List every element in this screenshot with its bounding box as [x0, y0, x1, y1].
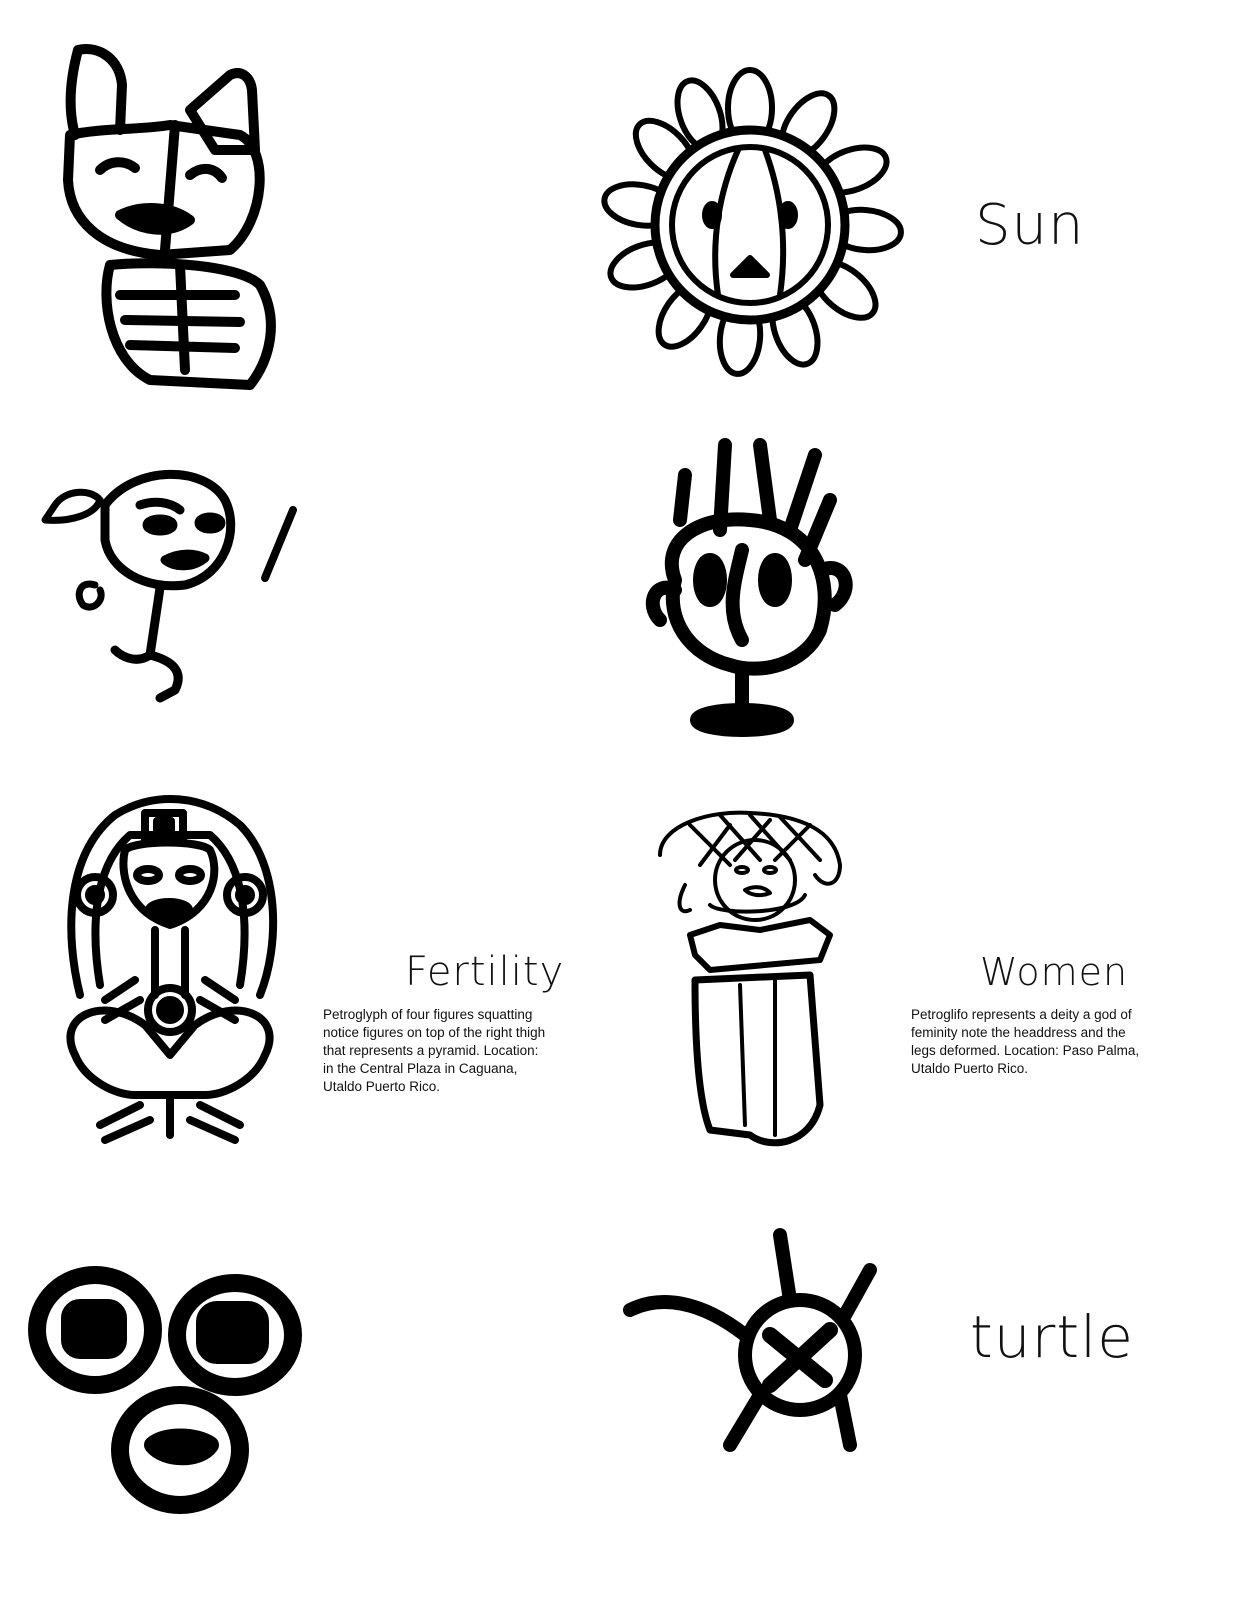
sun-petroglyph: [600, 67, 904, 377]
sun-label: Sun: [975, 193, 1085, 258]
three-rings-petroglyph: [25, 1260, 305, 1520]
caption-line: Petroglifo represents a deity a god of: [911, 1007, 1132, 1022]
women-deity-petroglyph: [650, 805, 860, 1155]
caption-line: that represents a pyramid. Location:: [323, 1043, 539, 1058]
caption-line: Petroglyph of four figures squatting: [323, 1007, 533, 1022]
caption-line: Utaldo Puerto Rico.: [323, 1079, 441, 1094]
caption-line: feminity note the headdress and the: [911, 1025, 1126, 1040]
caption-line: Utaldo Puerto Rico.: [911, 1061, 1029, 1076]
fertility-label: Fertility: [405, 949, 565, 995]
turtle-label: turtle: [970, 1303, 1134, 1371]
caption-line: in the Central Plaza in Caguana,: [323, 1061, 518, 1076]
cup-face-petroglyph: [630, 430, 870, 740]
caption-line: legs deformed. Location: Paso Palma,: [911, 1043, 1140, 1058]
rabbit-face-petroglyph: [40, 40, 300, 400]
fertility-figure-petroglyph: [45, 795, 295, 1165]
stick-figure-petroglyph: [35, 460, 305, 710]
turtle-petroglyph: [620, 1228, 890, 1470]
women-label: Women: [980, 950, 1129, 994]
fertility-caption: Petroglyph of four figures squatting not…: [323, 1006, 545, 1096]
caption-line: notice figures on top of the right thigh: [323, 1025, 546, 1040]
women-caption: Petroglifo represents a deity a god of f…: [911, 1006, 1139, 1078]
